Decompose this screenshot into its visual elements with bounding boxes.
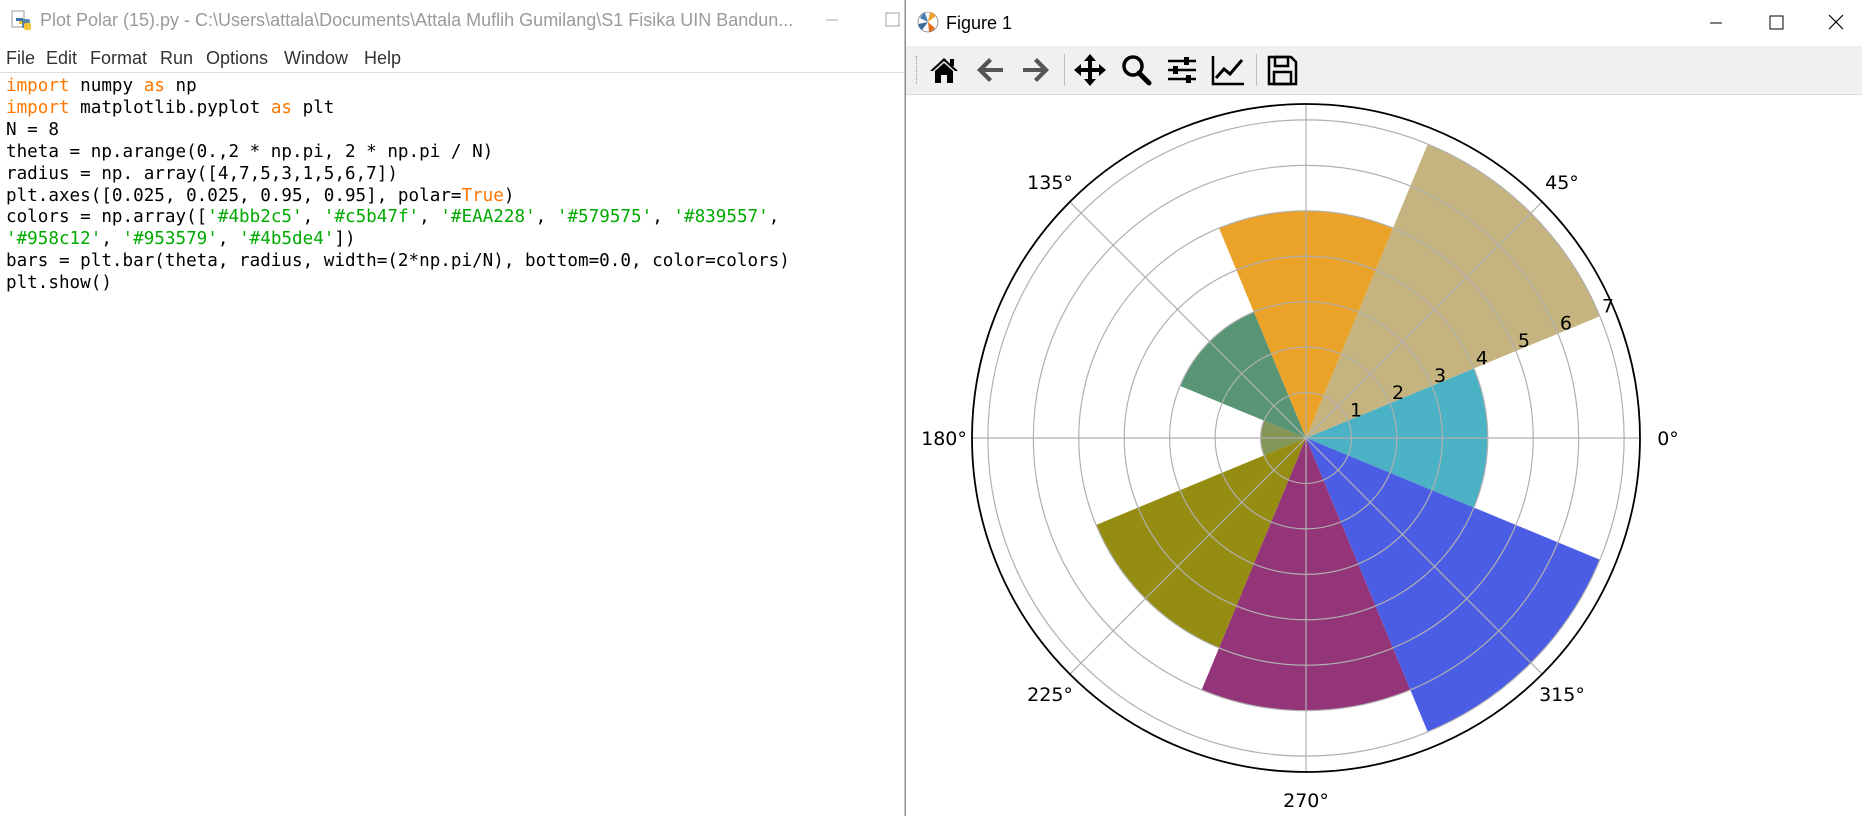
angular-tick-label: 225° bbox=[1027, 684, 1073, 706]
maximize-icon bbox=[1769, 15, 1784, 30]
python-icon bbox=[11, 10, 31, 30]
matplotlib-icon bbox=[917, 11, 939, 33]
forward-arrow-icon bbox=[1023, 58, 1049, 82]
back-arrow-icon bbox=[977, 58, 1003, 82]
pan-icon bbox=[1074, 54, 1106, 86]
menu-help[interactable]: Help bbox=[364, 48, 401, 69]
angular-tick-label: 45° bbox=[1545, 172, 1579, 194]
zoom-button[interactable] bbox=[1118, 52, 1154, 88]
radial-tick-label: 2 bbox=[1392, 382, 1404, 404]
figure-minimize-button[interactable] bbox=[1686, 0, 1746, 46]
pan-button[interactable] bbox=[1072, 52, 1108, 88]
configure-subplots-icon bbox=[1168, 57, 1196, 83]
figure-title: Figure 1 bbox=[946, 13, 1013, 33]
radial-tick-label: 3 bbox=[1434, 365, 1446, 387]
zoom-icon bbox=[1122, 55, 1152, 86]
angular-tick-label: 0° bbox=[1657, 428, 1679, 450]
minimize-button[interactable] bbox=[812, 0, 852, 40]
angular-tick-label: 135° bbox=[1027, 172, 1073, 194]
angular-tick-label: 180° bbox=[921, 428, 967, 450]
home-icon bbox=[930, 58, 958, 83]
polar-plot[interactable]: 12345670°45°90°135°180°225°270°315° bbox=[906, 95, 1862, 816]
edit-axis-icon bbox=[1211, 56, 1244, 86]
code-text[interactable]: import numpy as np import matplotlib.pyp… bbox=[6, 76, 790, 295]
radial-tick-label: 4 bbox=[1476, 347, 1488, 369]
minimize-icon bbox=[826, 19, 838, 21]
configure-subplots-button[interactable] bbox=[1164, 52, 1200, 88]
menu-run[interactable]: Run bbox=[160, 48, 193, 69]
close-icon bbox=[1828, 14, 1844, 30]
minimize-icon bbox=[1710, 22, 1722, 24]
figure-close-button[interactable] bbox=[1806, 0, 1862, 46]
figure-maximize-button[interactable] bbox=[1746, 0, 1806, 46]
figure-window: Figure 1 1 2 3 4 5 6 7 0° 45° 135° 180° … bbox=[905, 0, 1862, 816]
radial-tick-label: 1 bbox=[1350, 400, 1362, 422]
save-icon bbox=[1267, 55, 1298, 86]
editor-menubar: File Edit Format Run Options Window Help bbox=[0, 44, 904, 72]
home-button[interactable] bbox=[926, 52, 962, 88]
forward-button[interactable] bbox=[1018, 52, 1054, 88]
radial-tick-label: 5 bbox=[1518, 330, 1530, 352]
figure-titlebar: Figure 1 bbox=[906, 0, 1862, 46]
toolbar-separator bbox=[1064, 54, 1065, 86]
save-button[interactable] bbox=[1264, 52, 1300, 88]
navigation-toolbar bbox=[906, 46, 1862, 95]
menu-options[interactable]: Options bbox=[206, 48, 268, 69]
toolbar-separator bbox=[1256, 54, 1257, 86]
back-button[interactable] bbox=[972, 52, 1008, 88]
menu-window[interactable]: Window bbox=[284, 48, 348, 69]
menu-edit[interactable]: Edit bbox=[46, 48, 77, 69]
angular-tick-label: 270° bbox=[1283, 790, 1329, 812]
code-editor[interactable]: import numpy as np import matplotlib.pyp… bbox=[0, 72, 904, 817]
editor-titlebar: Plot Polar (15).py - C:\Users\attala\Doc… bbox=[0, 0, 904, 40]
radial-tick-label: 7 bbox=[1602, 295, 1614, 317]
radial-tick-label: 6 bbox=[1560, 313, 1572, 335]
toolbar-grip[interactable] bbox=[916, 56, 919, 84]
angular-tick-label: 315° bbox=[1539, 684, 1585, 706]
editor-title: Plot Polar (15).py - C:\Users\attala\Doc… bbox=[40, 10, 794, 30]
menu-format[interactable]: Format bbox=[90, 48, 147, 69]
edit-axis-button[interactable] bbox=[1210, 52, 1246, 88]
menu-file[interactable]: File bbox=[6, 48, 35, 69]
editor-window: Plot Polar (15).py - C:\Users\attala\Doc… bbox=[0, 0, 905, 817]
